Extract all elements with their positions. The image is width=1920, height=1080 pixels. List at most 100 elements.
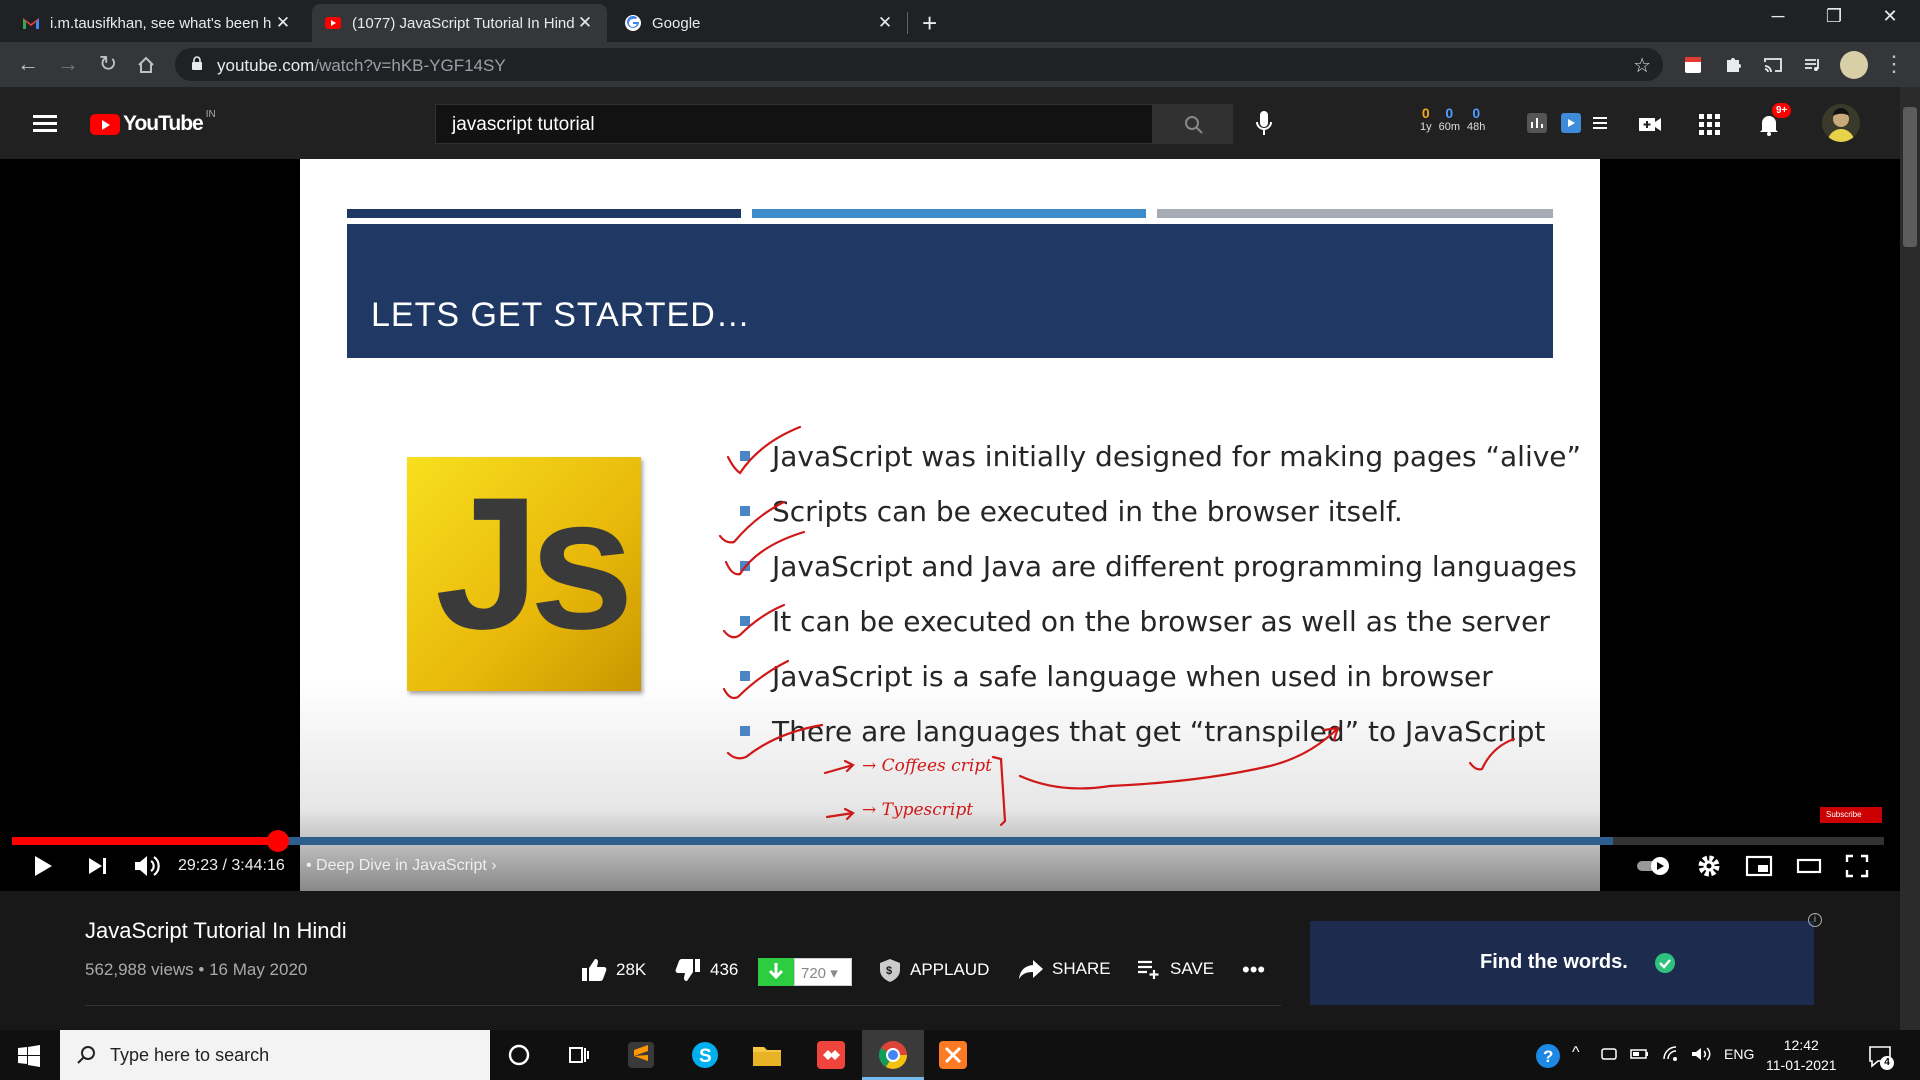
create-video-icon[interactable]: [1637, 111, 1663, 137]
action-center-button[interactable]: 4: [1866, 1042, 1894, 1070]
clock[interactable]: 12:42 11-01-2021: [1766, 1035, 1837, 1075]
autoplay-toggle[interactable]: [1636, 856, 1672, 876]
windows-taskbar: Type here to search S ? ^ ENG 12:42 11-0…: [0, 1030, 1920, 1080]
subscribe-watermark[interactable]: Subscribe: [1820, 807, 1882, 823]
tab-youtube[interactable]: (1077) JavaScript Tutorial In Hind ✕: [312, 4, 607, 42]
anydesk-icon[interactable]: [814, 1038, 848, 1072]
cortana-icon[interactable]: [502, 1038, 536, 1072]
counter-1y: 0 1y: [1420, 105, 1432, 133]
apps-grid-icon[interactable]: [1696, 111, 1722, 137]
counter-label: 60m: [1438, 121, 1461, 133]
next-icon[interactable]: [86, 853, 110, 879]
download-arrow-icon[interactable]: [758, 958, 794, 986]
tab-divider: [907, 12, 908, 34]
minimize-button[interactable]: ─: [1758, 6, 1798, 27]
handwritten-note: → Coffees cript: [862, 756, 992, 776]
cast-icon[interactable]: [1762, 54, 1784, 76]
share-button[interactable]: SHARE: [1018, 957, 1111, 981]
tray-chevron-up-icon[interactable]: ^: [1572, 1044, 1580, 1062]
stats-chart-icon[interactable]: [1527, 113, 1547, 133]
new-tab-button[interactable]: +: [922, 8, 937, 39]
back-button[interactable]: ←: [14, 51, 42, 77]
save-button[interactable]: SAVE: [1136, 957, 1214, 981]
address-bar[interactable]: youtube.com/watch?v=hKB-YGF14SY ☆: [175, 48, 1663, 81]
play-icon[interactable]: [30, 853, 56, 879]
language-indicator[interactable]: ENG: [1724, 1046, 1754, 1062]
close-tab-icon[interactable]: ✕: [875, 13, 895, 33]
thumbs-down-icon: [675, 959, 700, 981]
xampp-icon[interactable]: [936, 1038, 970, 1072]
help-question-icon[interactable]: ?: [1534, 1042, 1562, 1070]
volume-icon[interactable]: [132, 853, 162, 879]
extension-calendar-icon[interactable]: [1682, 54, 1704, 76]
media-control-icon[interactable]: [1802, 54, 1824, 76]
bullet-square: [740, 561, 750, 571]
extensions-puzzle-icon[interactable]: [1722, 54, 1744, 76]
logo-text: Js: [435, 458, 634, 668]
chapter-button[interactable]: • Deep Dive in JavaScript ›: [306, 857, 497, 875]
wifi-icon[interactable]: [1662, 1045, 1682, 1063]
close-window-button[interactable]: ✕: [1870, 6, 1910, 27]
share-label: SHARE: [1052, 959, 1111, 978]
video-player[interactable]: LETS GET STARTED… Js JavaScript was init…: [0, 159, 1900, 891]
counter-label: 48h: [1467, 121, 1486, 133]
bookmark-star-icon[interactable]: ☆: [1633, 53, 1651, 78]
player-extension-icon[interactable]: [1561, 113, 1581, 133]
home-icon[interactable]: [136, 55, 156, 75]
browser-menu-icon[interactable]: ⋮: [1880, 51, 1908, 77]
guide-menu-icon[interactable]: [33, 115, 57, 133]
youtube-logo[interactable]: YouTube IN: [90, 109, 216, 136]
restore-button[interactable]: ❐: [1814, 6, 1854, 27]
avatar[interactable]: [1822, 104, 1860, 142]
counter-60m: 0 60m: [1439, 105, 1460, 133]
ad-banner[interactable]: Find the words. i: [1310, 913, 1822, 1005]
applaud-button[interactable]: $ APPLAUD: [878, 957, 989, 983]
profile-avatar[interactable]: [1840, 51, 1868, 79]
settings-gear-icon[interactable]: [1696, 853, 1722, 879]
speaker-icon[interactable]: [1690, 1045, 1712, 1063]
windows-start-icon[interactable]: [18, 1045, 40, 1067]
taskbar-search-input[interactable]: Type here to search: [60, 1030, 490, 1080]
fullscreen-icon[interactable]: [1844, 853, 1870, 879]
theater-mode-icon[interactable]: [1794, 853, 1824, 879]
chrome-taskbar-button[interactable]: [862, 1030, 924, 1080]
file-explorer-icon[interactable]: [750, 1038, 784, 1072]
meet-now-icon[interactable]: [1600, 1045, 1618, 1063]
bullet-text: There are languages that get “transpiled…: [772, 715, 1546, 748]
dislike-button[interactable]: 436: [674, 957, 738, 983]
page-scrollbar[interactable]: [1900, 87, 1920, 1030]
clock-time: 12:42: [1783, 1037, 1819, 1053]
handwritten-note: → Typescript: [862, 800, 973, 820]
tab-google[interactable]: Google ✕: [612, 4, 907, 42]
search-button[interactable]: [1153, 104, 1233, 144]
download-count[interactable]: 720 ▾: [794, 958, 852, 986]
download-widget[interactable]: 720 ▾: [758, 958, 852, 986]
scrollbar-thumb[interactable]: [1903, 107, 1917, 247]
time-display: 29:23 / 3:44:16: [178, 857, 285, 874]
bullet-text: JavaScript was initially designed for ma…: [772, 440, 1582, 473]
forward-button[interactable]: →: [54, 51, 82, 77]
close-tab-icon[interactable]: ✕: [273, 13, 293, 33]
microphone-icon[interactable]: [1255, 109, 1273, 139]
search-input[interactable]: javascript tutorial: [435, 104, 1153, 144]
logo-wordmark: YouTube: [123, 112, 204, 135]
battery-icon[interactable]: [1630, 1045, 1650, 1063]
search-icon: [1185, 116, 1203, 134]
miniplayer-icon[interactable]: [1744, 853, 1774, 879]
counter-label: 1y: [1420, 121, 1432, 133]
like-button[interactable]: 28K: [580, 957, 646, 983]
reload-button[interactable]: ↻: [94, 51, 122, 77]
gmail-icon: [23, 18, 39, 29]
tab-gmail[interactable]: i.m.tausifkhan, see what's been h ✕: [10, 4, 305, 42]
scrubber-handle[interactable]: [266, 830, 289, 852]
progress-bar[interactable]: [12, 830, 1884, 852]
skype-icon[interactable]: S: [688, 1038, 722, 1072]
close-tab-icon[interactable]: ✕: [575, 13, 595, 33]
list-menu-icon[interactable]: [1590, 113, 1610, 133]
ad-info-icon[interactable]: i: [1808, 913, 1822, 927]
task-view-icon[interactable]: [562, 1038, 596, 1072]
like-count: 28K: [616, 960, 647, 979]
more-actions-icon[interactable]: •••: [1242, 957, 1265, 983]
sublime-text-icon[interactable]: [624, 1038, 658, 1072]
url-path: /watch?v=hKB-YGF14SY: [314, 56, 506, 75]
